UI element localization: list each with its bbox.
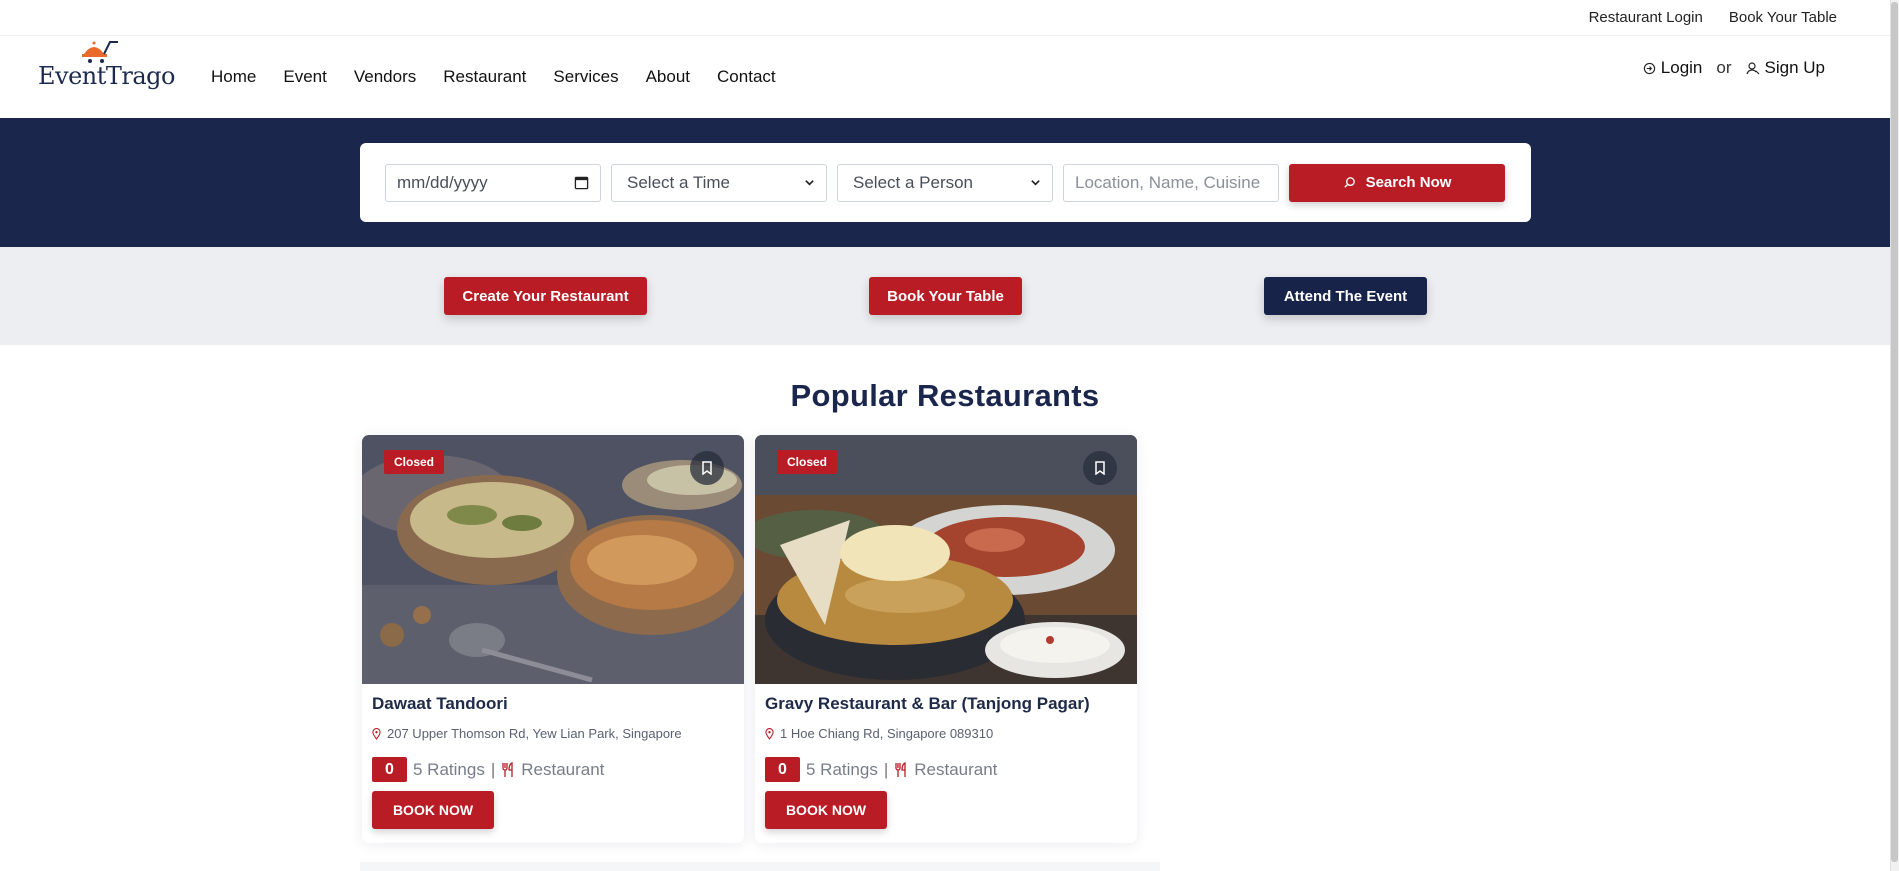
rating-badge: 0 [372,757,407,782]
main-navbar: EventTrago Home Event Vendors Restaurant… [0,36,1899,118]
next-section-edge [360,862,1160,871]
auth-or-text: or [1716,58,1732,77]
category-label: Restaurant [521,759,605,779]
location-pin-icon [372,727,381,740]
search-box: mm/dd/yyyy Select a Time Select a Person… [360,143,1531,222]
search-now-label: Search Now [1365,174,1452,191]
menu-item-event[interactable]: Event [283,67,326,87]
restaurant-address: 1 Hoe Chiang Rd, Singapore 089310 [765,726,1127,741]
quick-actions-band: Create Your Restaurant Book Your Table A… [0,247,1899,345]
location-pin-icon [765,727,774,740]
menu-item-services[interactable]: Services [553,67,618,87]
restaurant-image[interactable]: Closed [755,435,1137,684]
cutlery-icon [895,761,906,777]
logo-text: EventTrago [38,62,175,90]
ratings-count: 5 Ratings [806,759,878,779]
bookmark-button[interactable] [690,451,724,485]
create-restaurant-button[interactable]: Create Your Restaurant [444,277,647,315]
search-icon [1343,177,1355,188]
menu-item-contact[interactable]: Contact [717,67,776,87]
restaurant-address: 207 Upper Thomson Rd, Yew Lian Park, Sin… [372,726,734,741]
book-now-button[interactable]: BOOK NOW [372,791,494,829]
logo-cart-icon [82,41,118,63]
book-table-button[interactable]: Book Your Table [869,277,1022,315]
date-input[interactable]: mm/dd/yyyy [385,163,601,202]
menu-item-about[interactable]: About [646,67,690,87]
section-title: Popular Restaurants [790,378,1100,413]
menu-item-restaurant[interactable]: Restaurant [443,67,526,87]
divider: | [490,759,496,779]
restaurant-card[interactable]: Closed Gravy Restaurant & Bar (Tanjong P… [755,435,1137,843]
restaurant-meta: 0 5 Ratings | Restaurant [765,757,1127,782]
ratings-count: 5 Ratings [413,759,485,779]
logo[interactable]: EventTrago [38,41,211,90]
chevron-down-icon [1031,180,1040,186]
user-icon [1745,62,1759,75]
date-placeholder: mm/dd/yyyy [397,172,488,192]
person-select[interactable]: Select a Person [837,163,1053,202]
card-body: Dawaat Tandoori 207 Upper Thomson Rd, Ye… [362,684,744,839]
status-badge: Closed [384,450,445,474]
bookmark-icon [702,461,712,475]
calendar-icon[interactable] [574,175,589,190]
restaurant-meta: 0 5 Ratings | Restaurant [372,757,734,782]
scrollbar-thumb[interactable] [1891,2,1898,862]
chevron-down-icon [805,180,814,186]
divider: | [883,759,889,779]
location-search-input[interactable]: Location, Name, Cuisine [1063,163,1279,202]
rating-badge: 0 [765,757,800,782]
login-icon [1643,62,1655,74]
top-utility-bar: Restaurant Login Book Your Table [0,0,1899,36]
cutlery-icon [502,761,513,777]
status-badge: Closed [777,450,838,474]
category-label: Restaurant [914,759,998,779]
restaurant-name[interactable]: Dawaat Tandoori [372,694,734,714]
menu-item-vendors[interactable]: Vendors [354,67,416,87]
login-link[interactable]: Login [1643,58,1703,78]
signup-label: Sign Up [1764,58,1825,77]
restaurant-image[interactable]: Closed [362,435,744,684]
card-body: Gravy Restaurant & Bar (Tanjong Pagar) 1… [755,684,1137,839]
address-text: 1 Hoe Chiang Rd, Singapore 089310 [780,726,994,741]
restaurant-cards: Closed Dawaat Tandoori 207 Upper Thomson… [362,435,1137,843]
menu-item-home[interactable]: Home [211,67,256,87]
auth-links: Login or Sign Up [1643,58,1825,78]
person-select-value: Select a Person [853,172,974,192]
search-now-button[interactable]: Search Now [1289,163,1505,202]
time-select-value: Select a Time [627,172,730,192]
main-menu: Home Event Vendors Restaurant Services A… [211,67,776,87]
time-select[interactable]: Select a Time [611,163,827,202]
bookmark-button[interactable] [1083,451,1117,485]
hero-search-band: mm/dd/yyyy Select a Time Select a Person… [0,118,1899,247]
attend-event-button[interactable]: Attend The Event [1264,277,1427,315]
location-placeholder: Location, Name, Cuisine [1075,172,1261,192]
book-now-button[interactable]: BOOK NOW [765,791,887,829]
signup-link[interactable]: Sign Up [1745,58,1825,78]
page-scrollbar[interactable] [1890,0,1899,871]
bookmark-icon [1095,461,1105,475]
restaurant-card[interactable]: Closed Dawaat Tandoori 207 Upper Thomson… [362,435,744,843]
restaurant-name[interactable]: Gravy Restaurant & Bar (Tanjong Pagar) [765,694,1127,714]
restaurant-login-link[interactable]: Restaurant Login [1589,9,1703,26]
address-text: 207 Upper Thomson Rd, Yew Lian Park, Sin… [387,726,682,741]
login-label: Login [1660,58,1703,77]
book-your-table-link[interactable]: Book Your Table [1729,9,1837,26]
